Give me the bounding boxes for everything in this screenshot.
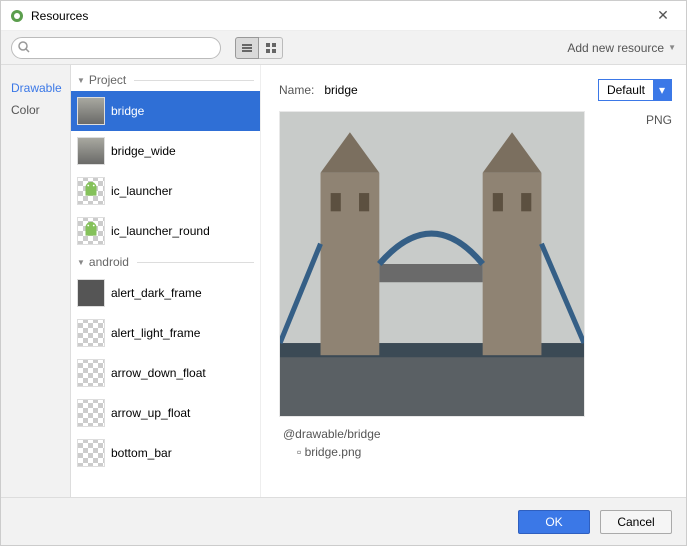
search-input[interactable] xyxy=(11,37,221,59)
format-label: PNG xyxy=(646,113,672,127)
resource-label: alert_light_frame xyxy=(111,326,200,340)
search-icon xyxy=(17,40,31,57)
resource-item[interactable]: arrow_up_float xyxy=(71,393,260,433)
toolbar: Add new resource ▼ xyxy=(1,31,686,65)
add-resource-button[interactable]: Add new resource ▼ xyxy=(567,41,676,55)
window-icon xyxy=(9,8,25,24)
resource-item[interactable]: ic_launcher_round xyxy=(71,211,260,251)
group-header-android[interactable]: ▼android xyxy=(71,251,260,273)
resource-label: alert_dark_frame xyxy=(111,286,202,300)
thumbnail xyxy=(77,217,105,245)
config-label: Default xyxy=(599,83,653,97)
close-icon[interactable]: ✕ xyxy=(648,7,678,24)
content: DrawableColor ▼Project bridge bridge_widei… xyxy=(1,65,686,497)
resource-label: bridge xyxy=(111,104,144,118)
cancel-button[interactable]: Cancel xyxy=(600,510,672,534)
view-toggle xyxy=(235,37,283,59)
thumbnail xyxy=(77,137,105,165)
footer: OK Cancel xyxy=(1,497,686,545)
resource-label: arrow_down_float xyxy=(111,366,206,380)
category-drawable[interactable]: Drawable xyxy=(11,77,70,99)
resource-list[interactable]: ▼Project bridge bridge_wide ic_launcher ic_l… xyxy=(71,65,261,497)
thumbnail xyxy=(77,359,105,387)
grid-view-button[interactable] xyxy=(259,37,283,59)
thumbnail xyxy=(77,97,105,125)
chevron-down-icon: ▾ xyxy=(653,80,671,100)
resource-label: ic_launcher xyxy=(111,184,172,198)
resource-item[interactable]: alert_dark_frame xyxy=(71,273,260,313)
thumbnail xyxy=(77,279,105,307)
category-list: DrawableColor xyxy=(1,65,71,497)
resource-item[interactable]: ic_launcher xyxy=(71,171,260,211)
name-value: bridge xyxy=(324,83,357,97)
name-label: Name: xyxy=(279,83,314,97)
resource-label: ic_launcher_round xyxy=(111,224,210,238)
resource-file: ▫ bridge.png xyxy=(297,445,672,459)
resource-path: @drawable/bridge xyxy=(283,427,672,441)
window-title: Resources xyxy=(31,9,648,23)
thumbnail xyxy=(77,439,105,467)
resource-item[interactable]: alert_light_frame xyxy=(71,313,260,353)
config-dropdown[interactable]: Default ▾ xyxy=(598,79,672,101)
resource-item[interactable]: arrow_down_float xyxy=(71,353,260,393)
ok-button[interactable]: OK xyxy=(518,510,590,534)
resource-label: bottom_bar xyxy=(111,446,172,460)
chevron-down-icon: ▼ xyxy=(77,76,85,85)
category-color[interactable]: Color xyxy=(11,99,70,121)
add-resource-label: Add new resource xyxy=(567,41,664,55)
resource-label: bridge_wide xyxy=(111,144,176,158)
titlebar: Resources ✕ xyxy=(1,1,686,31)
thumbnail xyxy=(77,399,105,427)
resource-label: arrow_up_float xyxy=(111,406,190,420)
group-header-project[interactable]: ▼Project xyxy=(71,69,260,91)
resource-item[interactable]: bridge_wide xyxy=(71,131,260,171)
resource-item[interactable]: bridge xyxy=(71,91,260,131)
chevron-down-icon: ▼ xyxy=(668,43,676,52)
chevron-down-icon: ▼ xyxy=(77,258,85,267)
resource-item[interactable]: bottom_bar xyxy=(71,433,260,473)
preview-image xyxy=(279,111,585,417)
thumbnail xyxy=(77,177,105,205)
preview-pane: Name: bridge Default ▾ PNG xyxy=(261,65,686,497)
list-view-button[interactable] xyxy=(235,37,259,59)
search-wrap xyxy=(11,37,221,59)
thumbnail xyxy=(77,319,105,347)
